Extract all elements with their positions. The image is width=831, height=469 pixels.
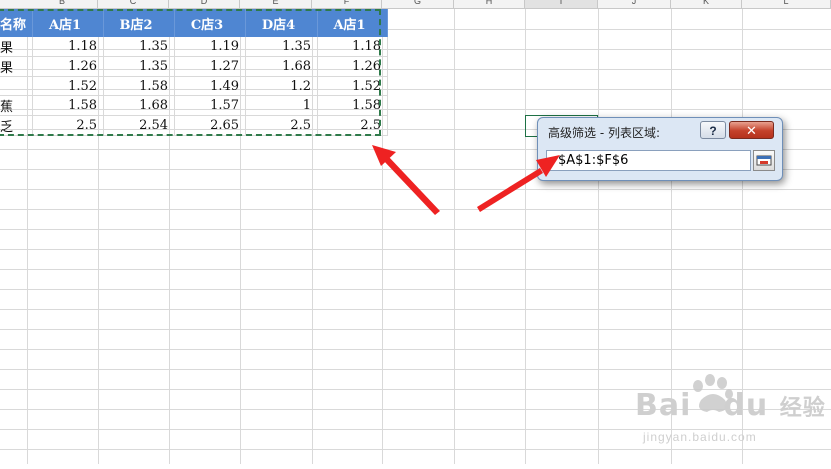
column-header-l[interactable]: L [742, 0, 831, 8]
cell[interactable]: 1.26 [32, 56, 105, 77]
table-row: 果 1.26 1.35 1.27 1.68 1.26 [0, 56, 389, 77]
cell[interactable]: 1.35 [245, 37, 319, 57]
header-cell[interactable]: B店2 [103, 9, 176, 37]
cell[interactable]: 1.68 [103, 95, 176, 116]
gridline [454, 9, 455, 464]
cell[interactable]: 1.35 [103, 37, 176, 57]
watermark-url: jingyan.baidu.com [643, 430, 757, 444]
column-header-h[interactable]: H [454, 0, 525, 8]
table-row: 1.52 1.58 1.49 1.2 1.52 [0, 76, 389, 96]
cell[interactable]: 1.19 [174, 37, 247, 57]
cell[interactable]: 2.5 [317, 115, 389, 136]
cell[interactable]: 1.18 [317, 37, 389, 57]
header-cell[interactable]: D店4 [245, 9, 319, 37]
cell[interactable]: 2.5 [32, 115, 105, 136]
cell[interactable]: 1.58 [317, 95, 389, 116]
watermark-brand-tail: du [723, 388, 769, 423]
table-header-row: 名称 A店1 B店2 C店3 D店4 A店1 [0, 9, 389, 37]
cell[interactable]: 1.2 [245, 76, 319, 96]
cell[interactable]: 1.52 [317, 76, 389, 96]
column-header-d[interactable]: D [169, 0, 240, 8]
cell[interactable]: 1.58 [103, 76, 176, 96]
header-cell[interactable]: A店1 [32, 9, 105, 37]
advanced-filter-dialog: 高级筛选 - 列表区域: ? ✕ $A$1:$F$6 [537, 117, 783, 181]
cell[interactable]: 1.58 [32, 95, 105, 116]
close-button[interactable]: ✕ [729, 121, 774, 139]
cell[interactable]: 2.54 [103, 115, 176, 136]
cell[interactable]: 1.49 [174, 76, 247, 96]
cell[interactable]: 1.52 [32, 76, 105, 96]
collapse-dialog-button[interactable] [753, 150, 775, 171]
header-cell[interactable]: A店1 [317, 9, 389, 37]
watermark-brand: Bai [635, 388, 692, 423]
table-row: 果 1.18 1.35 1.19 1.35 1.18 [0, 37, 389, 57]
column-header-c[interactable]: C [98, 0, 169, 8]
cell[interactable]: 2.5 [245, 115, 319, 136]
cell[interactable]: 果 [0, 37, 34, 57]
column-header-j[interactable]: J [598, 0, 671, 8]
cell[interactable]: 果 [0, 56, 34, 77]
column-header-b[interactable]: B [27, 0, 98, 8]
cell[interactable]: 2.65 [174, 115, 247, 136]
gridline [525, 9, 526, 464]
cell[interactable]: 1 [245, 95, 319, 116]
help-button[interactable]: ? [700, 121, 726, 139]
column-header-k[interactable]: K [671, 0, 742, 8]
baidu-jingyan-watermark: Bai__du 经验 jingyan.baidu.com [635, 370, 831, 464]
cell[interactable] [0, 76, 34, 96]
cell[interactable]: 1.27 [174, 56, 247, 77]
column-header-strip: B C D E F G H I J K L [0, 0, 831, 9]
dialog-title: 高级筛选 - 列表区域: [548, 126, 661, 140]
cell[interactable]: 蕉 [0, 95, 34, 116]
column-header-g[interactable]: G [382, 0, 454, 8]
header-cell-name[interactable]: 名称 [0, 9, 34, 37]
gridline [598, 9, 599, 464]
collapse-dialog-icon [756, 155, 772, 166]
list-range-input[interactable]: $A$1:$F$6 [546, 150, 751, 171]
cell[interactable]: 1.18 [32, 37, 105, 57]
table-row: 蕉 1.58 1.68 1.57 1 1.58 [0, 95, 389, 116]
data-table: 名称 A店1 B店2 C店3 D店4 A店1 果 1.18 1.35 1.19 … [0, 9, 389, 136]
column-header-i[interactable]: I [525, 0, 598, 8]
cell[interactable]: 1.35 [103, 56, 176, 77]
header-cell[interactable]: C店3 [174, 9, 247, 37]
table-row: 乏 2.5 2.54 2.65 2.5 2.5 [0, 115, 389, 136]
cell[interactable]: 1.57 [174, 95, 247, 116]
cell[interactable]: 1.26 [317, 56, 389, 77]
column-header-f[interactable]: F [312, 0, 382, 8]
column-header-e[interactable]: E [240, 0, 312, 8]
cell[interactable]: 乏 [0, 115, 34, 136]
watermark-cn: 经验 [779, 396, 826, 421]
cell[interactable]: 1.68 [245, 56, 319, 77]
